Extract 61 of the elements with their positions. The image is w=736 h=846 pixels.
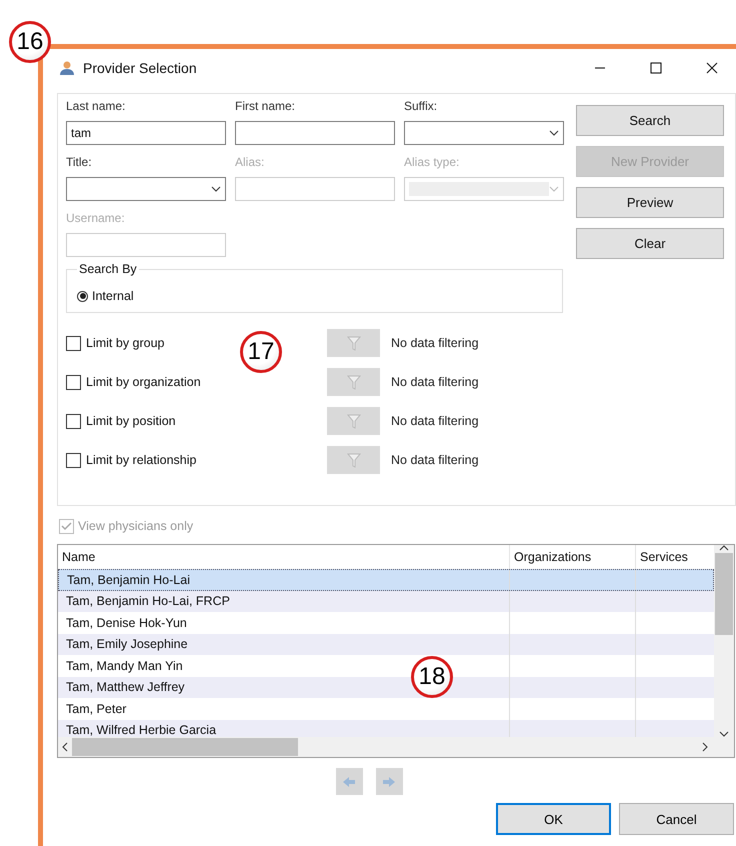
checkbox-label: Limit by organization	[86, 375, 202, 389]
table-row[interactable]: Tam, Wilfred Herbie Garcia	[58, 720, 714, 737]
check-icon	[61, 522, 72, 530]
funnel-icon	[346, 413, 360, 429]
person-icon	[59, 60, 75, 76]
horizontal-scrollbar[interactable]	[58, 737, 734, 757]
field-label: Last name:	[66, 99, 126, 113]
caret-icon	[549, 186, 559, 192]
window-title: Provider Selection	[83, 60, 198, 76]
input-field[interactable]: tam	[66, 121, 226, 145]
group-label: Search By	[77, 262, 139, 276]
caret-icon	[549, 130, 559, 136]
field-label: Alias type:	[404, 155, 460, 169]
right-arrow-icon	[382, 776, 396, 788]
checkbox-label: Limit by group	[86, 336, 166, 350]
checkbox[interactable]	[66, 414, 81, 428]
table-cell: Tam, Emily Josephine	[58, 634, 510, 655]
field-label: First name:	[235, 99, 296, 113]
action-button[interactable]: Search	[576, 105, 724, 136]
field-label: Suffix:	[404, 99, 438, 113]
dialog-button[interactable]: OK	[496, 803, 611, 835]
funnel-icon	[346, 452, 360, 468]
checkbox-label: View physicians only	[78, 519, 194, 533]
dropdown-field[interactable]	[66, 177, 226, 201]
left-arrow-icon	[342, 776, 356, 788]
checkbox-label: Limit by relationship	[86, 453, 198, 467]
filter-status: No data filtering	[391, 336, 479, 350]
field-label: Title:	[66, 155, 93, 169]
table-cell: Tam, Benjamin Ho-Lai, FRCP	[58, 590, 510, 612]
radio-label: Internal	[92, 289, 134, 303]
column-header[interactable]: Services	[636, 545, 713, 569]
close-icon	[706, 62, 718, 74]
input-field[interactable]	[235, 121, 395, 145]
dialog-button[interactable]: Cancel	[619, 803, 734, 835]
vertical-scrollbar[interactable]	[714, 545, 734, 737]
checkbox[interactable]	[66, 336, 81, 350]
filter-button[interactable]	[327, 407, 380, 435]
field-label: Alias:	[235, 155, 266, 169]
action-button[interactable]: Clear	[576, 228, 724, 259]
checkbox[interactable]	[66, 452, 81, 468]
filter-button[interactable]	[327, 368, 380, 396]
filter-button[interactable]	[327, 329, 380, 357]
funnel-icon	[346, 374, 360, 390]
dropdown-field[interactable]	[404, 121, 564, 145]
callout-marker: 16	[9, 21, 51, 63]
filter-status: No data filtering	[391, 414, 479, 428]
field-label: Username:	[66, 211, 126, 225]
table-row[interactable]: Tam, Emily Josephine	[58, 634, 714, 655]
table-row[interactable]: Tam, Benjamin Ho-Lai	[58, 569, 714, 590]
radio-button[interactable]	[77, 290, 88, 302]
filter-button[interactable]	[327, 446, 380, 474]
table-cell: Tam, Benjamin Ho-Lai	[59, 570, 510, 590]
maximize-icon	[650, 62, 662, 74]
caret-icon	[211, 186, 221, 192]
filter-status: No data filtering	[391, 375, 479, 389]
checkbox-label: Limit by position	[86, 414, 177, 428]
table-row[interactable]: Tam, Benjamin Ho-Lai, FRCP	[58, 590, 714, 612]
filter-status: No data filtering	[391, 453, 479, 467]
funnel-icon	[346, 335, 360, 351]
action-button[interactable]: Preview	[576, 187, 724, 218]
checkbox[interactable]	[66, 374, 81, 390]
